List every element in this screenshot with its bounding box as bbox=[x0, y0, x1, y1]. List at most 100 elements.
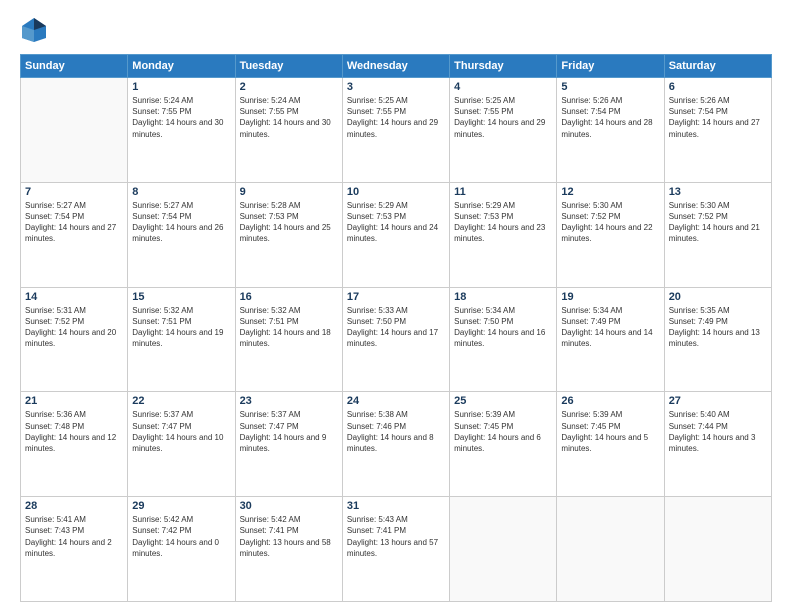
weekday-wednesday: Wednesday bbox=[342, 55, 449, 78]
day-info: Sunrise: 5:31 AM Sunset: 7:52 PM Dayligh… bbox=[25, 305, 123, 350]
day-cell: 1Sunrise: 5:24 AM Sunset: 7:55 PM Daylig… bbox=[128, 78, 235, 183]
day-number: 12 bbox=[561, 186, 659, 198]
week-row-1: 1Sunrise: 5:24 AM Sunset: 7:55 PM Daylig… bbox=[21, 78, 772, 183]
day-cell: 19 Sunrise: 5:34 AM Sunset: 7:49 PM Dayli… bbox=[557, 287, 664, 392]
day-number: 3 bbox=[347, 81, 445, 93]
day-cell: 26 Sunrise: 5:39 AM Sunset: 7:45 PM Dayli… bbox=[557, 392, 664, 497]
day-cell: 15 Sunrise: 5:32 AM Sunset: 7:51 PM Dayli… bbox=[128, 287, 235, 392]
day-number: 9 bbox=[240, 186, 338, 198]
day-cell bbox=[21, 78, 128, 183]
day-info: Sunrise: 5:26 AM Sunset: 7:54 PM Dayligh… bbox=[669, 95, 767, 140]
day-info: Sunrise: 5:27 AM Sunset: 7:54 PM Dayligh… bbox=[132, 200, 230, 245]
day-info: Sunrise: 5:33 AM Sunset: 7:50 PM Dayligh… bbox=[347, 305, 445, 350]
weekday-thursday: Thursday bbox=[450, 55, 557, 78]
day-info: Sunrise: 5:36 AM Sunset: 7:48 PM Dayligh… bbox=[25, 409, 123, 454]
day-number: 24 bbox=[347, 395, 445, 407]
page: SundayMondayTuesdayWednesdayThursdayFrid… bbox=[0, 0, 792, 612]
day-number: 27 bbox=[669, 395, 767, 407]
day-info: Sunrise: 5:37 AM Sunset: 7:47 PM Dayligh… bbox=[132, 409, 230, 454]
day-cell: 16Sunrise: 5:32 AM Sunset: 7:51 PM Dayli… bbox=[235, 287, 342, 392]
day-info: Sunrise: 5:34 AM Sunset: 7:50 PM Dayligh… bbox=[454, 305, 552, 350]
week-row-4: 21 Sunrise: 5:36 AM Sunset: 7:48 PM Dayli… bbox=[21, 392, 772, 497]
day-number: 4 bbox=[454, 81, 552, 93]
day-info: Sunrise: 5:39 AM Sunset: 7:45 PM Dayligh… bbox=[561, 409, 659, 454]
day-number: 7 bbox=[25, 186, 123, 198]
day-number: 28 bbox=[25, 500, 123, 512]
day-number: 26 bbox=[561, 395, 659, 407]
day-number: 5 bbox=[561, 81, 659, 93]
day-info: Sunrise: 5:34 AM Sunset: 7:49 PM Dayligh… bbox=[561, 305, 659, 350]
day-number: 13 bbox=[669, 186, 767, 198]
logo-icon bbox=[20, 16, 48, 44]
weekday-sunday: Sunday bbox=[21, 55, 128, 78]
logo bbox=[20, 16, 52, 44]
day-info: Sunrise: 5:25 AM Sunset: 7:55 PM Dayligh… bbox=[454, 95, 552, 140]
day-cell: 24 Sunrise: 5:38 AM Sunset: 7:46 PM Dayli… bbox=[342, 392, 449, 497]
day-info: Sunrise: 5:41 AM Sunset: 7:43 PM Dayligh… bbox=[25, 514, 123, 559]
week-row-3: 14 Sunrise: 5:31 AM Sunset: 7:52 PM Dayli… bbox=[21, 287, 772, 392]
day-number: 15 bbox=[132, 291, 230, 303]
day-cell: 20 Sunrise: 5:35 AM Sunset: 7:49 PM Dayli… bbox=[664, 287, 771, 392]
day-number: 18 bbox=[454, 291, 552, 303]
week-row-5: 28 Sunrise: 5:41 AM Sunset: 7:43 PM Dayli… bbox=[21, 497, 772, 602]
day-info: Sunrise: 5:29 AM Sunset: 7:53 PM Dayligh… bbox=[454, 200, 552, 245]
day-info: Sunrise: 5:30 AM Sunset: 7:52 PM Dayligh… bbox=[669, 200, 767, 245]
day-cell: 22 Sunrise: 5:37 AM Sunset: 7:47 PM Dayli… bbox=[128, 392, 235, 497]
day-cell bbox=[664, 497, 771, 602]
day-cell: 14 Sunrise: 5:31 AM Sunset: 7:52 PM Dayli… bbox=[21, 287, 128, 392]
day-number: 20 bbox=[669, 291, 767, 303]
weekday-saturday: Saturday bbox=[664, 55, 771, 78]
day-cell: 25Sunrise: 5:39 AM Sunset: 7:45 PM Dayli… bbox=[450, 392, 557, 497]
weekday-tuesday: Tuesday bbox=[235, 55, 342, 78]
day-cell: 18 Sunrise: 5:34 AM Sunset: 7:50 PM Dayli… bbox=[450, 287, 557, 392]
day-cell: 11 Sunrise: 5:29 AM Sunset: 7:53 PM Dayli… bbox=[450, 182, 557, 287]
day-cell: 9 Sunrise: 5:28 AM Sunset: 7:53 PM Daylig… bbox=[235, 182, 342, 287]
day-cell bbox=[557, 497, 664, 602]
day-info: Sunrise: 5:25 AM Sunset: 7:55 PM Dayligh… bbox=[347, 95, 445, 140]
day-cell: 17 Sunrise: 5:33 AM Sunset: 7:50 PM Dayli… bbox=[342, 287, 449, 392]
day-number: 21 bbox=[25, 395, 123, 407]
day-cell: 8Sunrise: 5:27 AM Sunset: 7:54 PM Daylig… bbox=[128, 182, 235, 287]
day-cell: 13 Sunrise: 5:30 AM Sunset: 7:52 PM Dayli… bbox=[664, 182, 771, 287]
day-number: 2 bbox=[240, 81, 338, 93]
weekday-monday: Monday bbox=[128, 55, 235, 78]
day-info: Sunrise: 5:42 AM Sunset: 7:42 PM Dayligh… bbox=[132, 514, 230, 559]
day-cell bbox=[450, 497, 557, 602]
day-number: 19 bbox=[561, 291, 659, 303]
week-row-2: 7 Sunrise: 5:27 AM Sunset: 7:54 PM Daylig… bbox=[21, 182, 772, 287]
day-cell: 31Sunrise: 5:43 AM Sunset: 7:41 PM Dayli… bbox=[342, 497, 449, 602]
day-info: Sunrise: 5:43 AM Sunset: 7:41 PM Dayligh… bbox=[347, 514, 445, 559]
day-number: 14 bbox=[25, 291, 123, 303]
day-info: Sunrise: 5:28 AM Sunset: 7:53 PM Dayligh… bbox=[240, 200, 338, 245]
day-number: 29 bbox=[132, 500, 230, 512]
day-number: 23 bbox=[240, 395, 338, 407]
day-cell: 30 Sunrise: 5:42 AM Sunset: 7:41 PM Dayli… bbox=[235, 497, 342, 602]
day-info: Sunrise: 5:24 AM Sunset: 7:55 PM Dayligh… bbox=[132, 95, 230, 140]
day-cell: 27Sunrise: 5:40 AM Sunset: 7:44 PM Dayli… bbox=[664, 392, 771, 497]
day-info: Sunrise: 5:39 AM Sunset: 7:45 PM Dayligh… bbox=[454, 409, 552, 454]
weekday-friday: Friday bbox=[557, 55, 664, 78]
day-info: Sunrise: 5:35 AM Sunset: 7:49 PM Dayligh… bbox=[669, 305, 767, 350]
day-cell: 2Sunrise: 5:24 AM Sunset: 7:55 PM Daylig… bbox=[235, 78, 342, 183]
day-cell: 12Sunrise: 5:30 AM Sunset: 7:52 PM Dayli… bbox=[557, 182, 664, 287]
day-info: Sunrise: 5:26 AM Sunset: 7:54 PM Dayligh… bbox=[561, 95, 659, 140]
day-number: 30 bbox=[240, 500, 338, 512]
weekday-header-row: SundayMondayTuesdayWednesdayThursdayFrid… bbox=[21, 55, 772, 78]
day-info: Sunrise: 5:29 AM Sunset: 7:53 PM Dayligh… bbox=[347, 200, 445, 245]
day-cell: 10 Sunrise: 5:29 AM Sunset: 7:53 PM Dayli… bbox=[342, 182, 449, 287]
day-info: Sunrise: 5:38 AM Sunset: 7:46 PM Dayligh… bbox=[347, 409, 445, 454]
day-cell: 23Sunrise: 5:37 AM Sunset: 7:47 PM Dayli… bbox=[235, 392, 342, 497]
day-cell: 6Sunrise: 5:26 AM Sunset: 7:54 PM Daylig… bbox=[664, 78, 771, 183]
day-number: 22 bbox=[132, 395, 230, 407]
calendar-table: SundayMondayTuesdayWednesdayThursdayFrid… bbox=[20, 54, 772, 602]
day-cell: 7Sunrise: 5:27 AM Sunset: 7:54 PM Daylig… bbox=[21, 182, 128, 287]
day-info: Sunrise: 5:42 AM Sunset: 7:41 PM Dayligh… bbox=[240, 514, 338, 559]
day-info: Sunrise: 5:32 AM Sunset: 7:51 PM Dayligh… bbox=[132, 305, 230, 350]
day-cell: 3 Sunrise: 5:25 AM Sunset: 7:55 PM Daylig… bbox=[342, 78, 449, 183]
day-number: 16 bbox=[240, 291, 338, 303]
day-number: 11 bbox=[454, 186, 552, 198]
day-number: 17 bbox=[347, 291, 445, 303]
day-cell: 28 Sunrise: 5:41 AM Sunset: 7:43 PM Dayli… bbox=[21, 497, 128, 602]
day-number: 10 bbox=[347, 186, 445, 198]
day-cell: 21 Sunrise: 5:36 AM Sunset: 7:48 PM Dayli… bbox=[21, 392, 128, 497]
